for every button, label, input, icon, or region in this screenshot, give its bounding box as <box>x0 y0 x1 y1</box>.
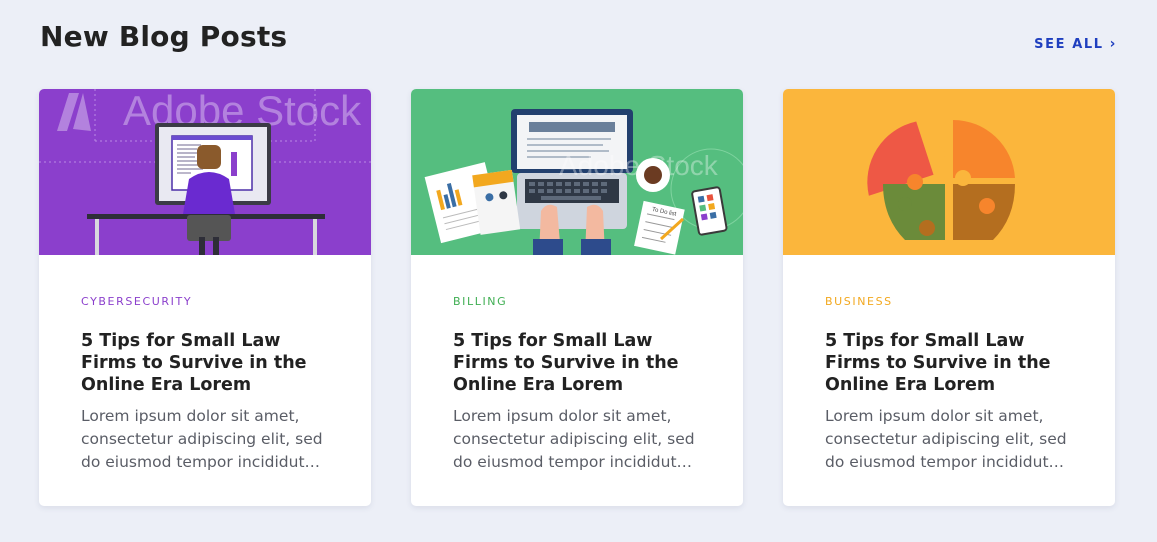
post-image-puzzle-lightbulb[interactable] <box>783 89 1115 255</box>
blog-post-card[interactable]: Adobe Stock <box>411 89 743 506</box>
post-excerpt: Lorem ipsum dolor sit amet, consectetur … <box>825 407 1067 471</box>
section-header: New Blog Posts SEE ALL › <box>40 14 1117 58</box>
see-all-label: SEE ALL <box>1034 36 1104 52</box>
post-excerpt: Lorem ipsum dolor sit amet, consectetur … <box>81 407 323 471</box>
section-title: New Blog Posts <box>40 19 288 53</box>
blog-post-list: Adobe Stock CYBERSECURITY 5 Tips for Sma… <box>39 89 1115 506</box>
see-all-link[interactable]: SEE ALL › <box>1034 36 1117 52</box>
card-body: BUSINESS 5 Tips for Small Law Firms to S… <box>783 255 1115 474</box>
post-image-person-at-computer[interactable]: Adobe Stock <box>39 89 371 255</box>
blog-post-card[interactable]: BUSINESS 5 Tips for Small Law Firms to S… <box>783 89 1115 506</box>
chevron-right-icon: › <box>1109 36 1117 52</box>
card-body: CYBERSECURITY 5 Tips for Small Law Firms… <box>39 255 371 474</box>
card-body: BILLING 5 Tips for Small Law Firms to Su… <box>411 255 743 474</box>
post-title[interactable]: 5 Tips for Small Law Firms to Survive in… <box>825 330 1073 396</box>
post-title[interactable]: 5 Tips for Small Law Firms to Survive in… <box>81 330 329 396</box>
post-excerpt: Lorem ipsum dolor sit amet, consectetur … <box>453 407 695 471</box>
post-category[interactable]: BUSINESS <box>825 295 1073 308</box>
post-category[interactable]: BILLING <box>453 295 701 308</box>
post-title[interactable]: 5 Tips for Small Law Firms to Survive in… <box>453 330 701 396</box>
post-category[interactable]: CYBERSECURITY <box>81 295 329 308</box>
post-image-laptop-desk[interactable]: Adobe Stock To Do list <box>411 89 743 255</box>
blog-post-card[interactable]: Adobe Stock <box>39 89 371 506</box>
